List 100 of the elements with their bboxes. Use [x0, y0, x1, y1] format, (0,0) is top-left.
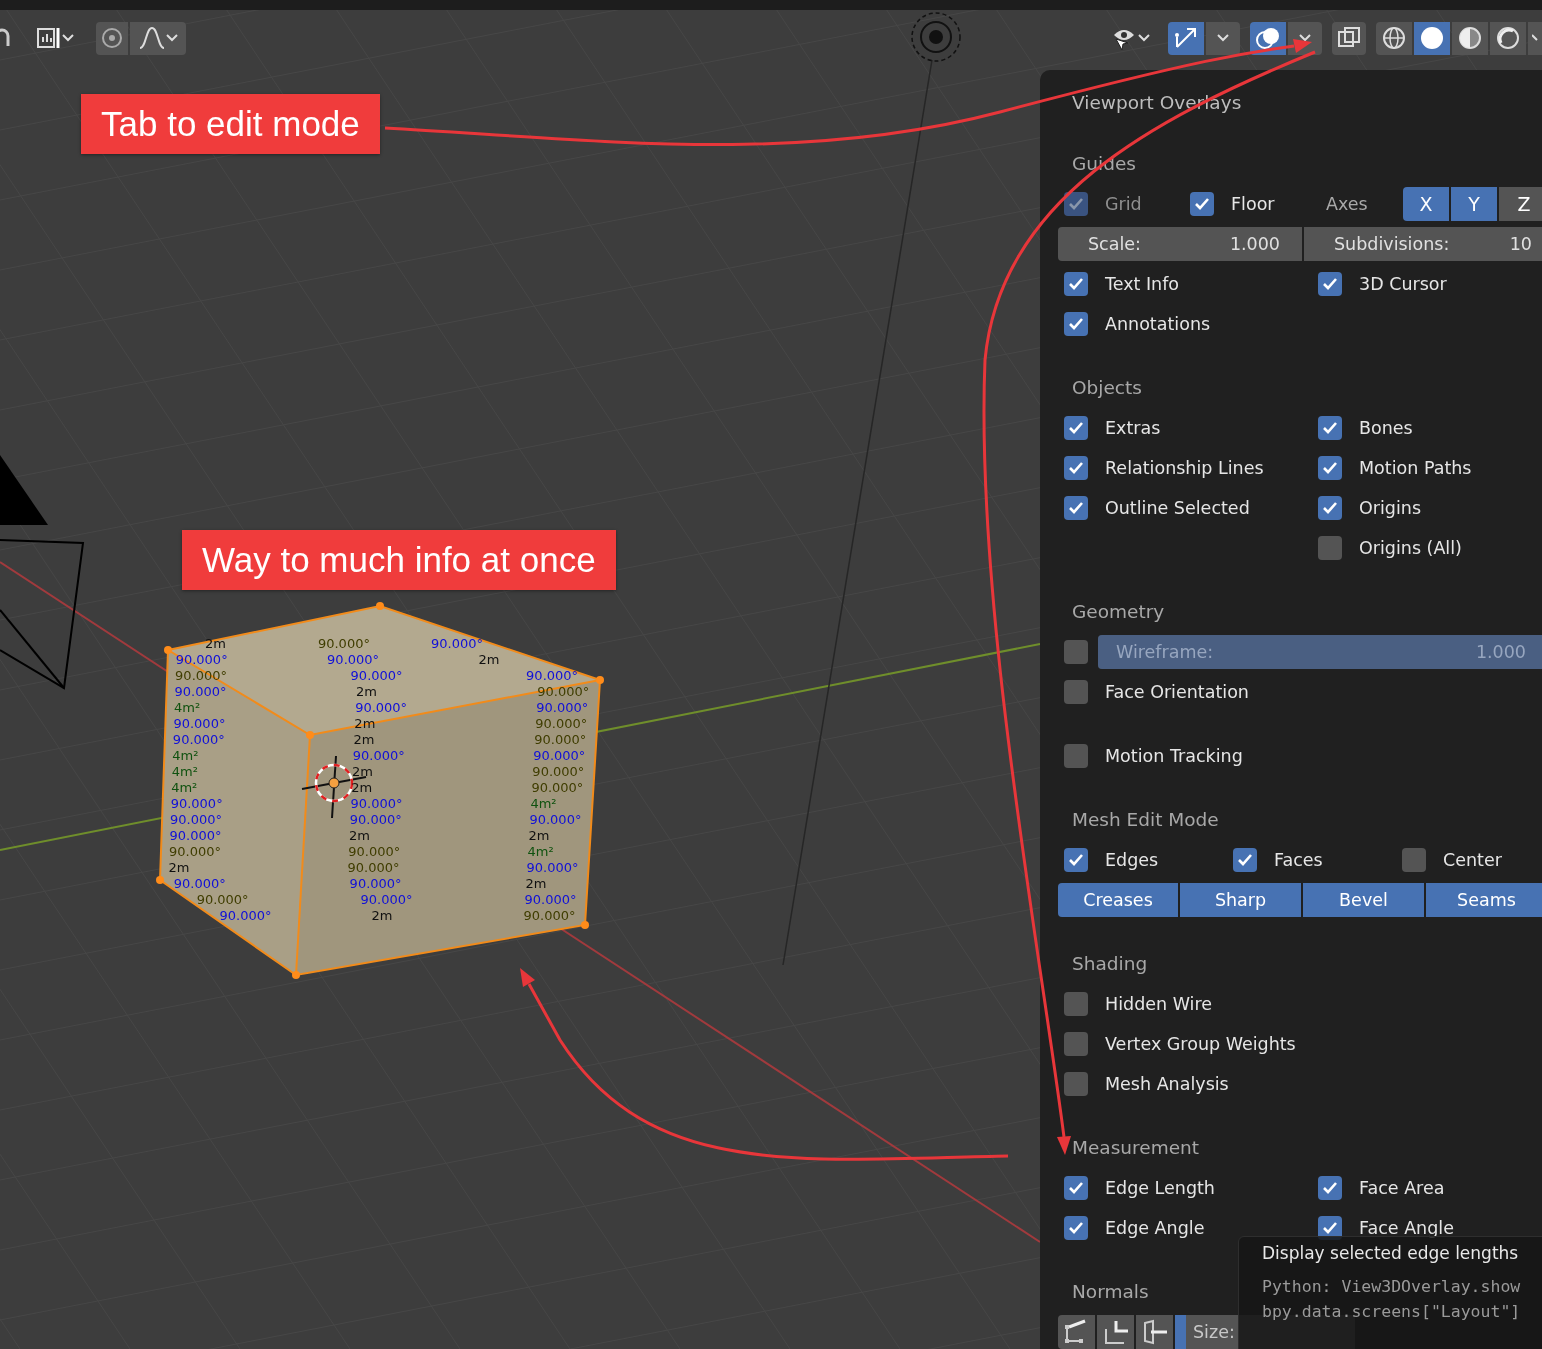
gizmo-toggle[interactable] [1168, 21, 1204, 55]
checkbox[interactable] [1318, 496, 1342, 520]
annotation-callout: Tab to edit mode [81, 94, 380, 154]
checkmark-icon [1068, 1181, 1084, 1195]
measurement-label: 4m² [172, 748, 199, 763]
axis-toggle[interactable]: Z [1499, 187, 1542, 221]
checkbox[interactable] [1064, 1216, 1088, 1240]
snap-target-icon [36, 26, 62, 50]
checkbox-label: Hidden Wire [1105, 994, 1213, 1014]
proportional-edit-toggle[interactable] [96, 21, 128, 55]
shading-dropdown[interactable] [1528, 21, 1542, 55]
measurement-label: 90.000° [526, 860, 579, 875]
measurement-label: 2m [528, 828, 550, 843]
checkbox[interactable] [1064, 456, 1088, 480]
falloff-curve-icon [138, 26, 166, 50]
checkbox[interactable] [1318, 272, 1342, 296]
number-field[interactable]: Subdivisions: 10 [1304, 227, 1542, 261]
checkbox[interactable] [1190, 192, 1214, 216]
measurement-label: 90.000° [196, 892, 249, 907]
shading-mode-button[interactable] [1414, 21, 1450, 55]
checkbox-label: Origins [1359, 498, 1421, 518]
checkmark-icon [1068, 421, 1084, 435]
measurement-label: 2m [351, 780, 373, 795]
checkbox[interactable] [1064, 744, 1088, 768]
chevron-icon [166, 34, 178, 42]
checkbox[interactable] [1064, 312, 1088, 336]
checkbox-label: Origins (All) [1359, 538, 1462, 558]
checkbox-label: Outline Selected [1105, 498, 1250, 518]
checkmark-icon [1068, 1221, 1084, 1235]
checkbox[interactable] [1064, 1072, 1088, 1096]
checkbox[interactable] [1064, 416, 1088, 440]
checkmark-icon [1322, 1181, 1338, 1195]
annotation-callout: Way to much info at once [182, 530, 616, 590]
section-heading: Measurement [1072, 1136, 1199, 1160]
measurement-label: 90.000° [219, 908, 272, 923]
section-heading: Normals [1072, 1280, 1149, 1304]
tooltip-text: Display selected edge lengths [1262, 1243, 1520, 1263]
checkbox[interactable] [1318, 456, 1342, 480]
measurement-label: 90.000° [532, 764, 585, 779]
edge-mark-toggle[interactable]: Sharp [1180, 883, 1301, 917]
measurement-label: 90.000° [536, 700, 589, 715]
shading-mode-button[interactable] [1376, 21, 1412, 55]
measurement-label: 2m [353, 732, 375, 747]
checkbox[interactable] [1064, 680, 1088, 704]
section-heading: Geometry [1072, 600, 1165, 624]
checkmark-icon [1068, 317, 1084, 331]
checkbox[interactable] [1318, 416, 1342, 440]
edge-mark-toggle[interactable]: Seams [1426, 883, 1542, 917]
checkbox[interactable] [1318, 1176, 1342, 1200]
measurement-label: 2m [349, 828, 370, 843]
face-normals-button[interactable] [1136, 1315, 1173, 1349]
checkbox-label: Vertex Group Weights [1105, 1034, 1296, 1054]
checkbox-label: Annotations [1105, 314, 1211, 334]
checkbox-label: Edge Length [1105, 1178, 1215, 1198]
shading-mode-button[interactable] [1490, 21, 1526, 55]
measurement-label: 4m² [530, 796, 557, 811]
gizmo-dropdown[interactable] [1206, 21, 1240, 55]
checkbox[interactable] [1233, 848, 1257, 872]
checkbox[interactable] [1318, 536, 1342, 560]
tooltip-code: bpy.data.screens["Layout"] [1262, 1302, 1522, 1321]
measurement-label: 2m [525, 876, 547, 891]
measurement-label: 2m [352, 764, 373, 779]
axis-toggle[interactable]: Y [1451, 187, 1497, 221]
falloff-dropdown[interactable] [130, 21, 186, 55]
checkbox[interactable] [1402, 848, 1426, 872]
measurement-label: 90.000° [533, 748, 586, 763]
edge-mark-toggle[interactable]: Bevel [1303, 883, 1424, 917]
slider-value: 1.000 [1475, 642, 1526, 662]
measurement-label: 4m² [527, 844, 554, 859]
checkbox[interactable] [1064, 1032, 1088, 1056]
checkbox[interactable] [1064, 848, 1088, 872]
axis-toggle[interactable]: X [1403, 187, 1449, 221]
checkbox[interactable] [1064, 272, 1088, 296]
slider-label: Wireframe: [1116, 642, 1214, 662]
measurement-label: 90.000° [327, 652, 380, 667]
section-heading: Objects [1072, 376, 1142, 400]
measurement-label: 90.000° [350, 668, 403, 683]
measurement-label: 90.000° [534, 732, 587, 747]
checkbox-label: Motion Tracking [1105, 746, 1243, 766]
measurement-label: 90.000° [360, 892, 413, 907]
edge-mark-toggle[interactable]: Creases [1058, 883, 1178, 917]
checkmark-icon [1068, 461, 1084, 475]
measurement-label: 90.000° [535, 716, 588, 731]
overlays-toggle[interactable] [1250, 21, 1286, 55]
checkmark-icon [1322, 421, 1338, 435]
checkbox-label: Edges [1105, 850, 1159, 870]
checkbox[interactable] [1064, 496, 1088, 520]
checkbox[interactable] [1064, 992, 1088, 1016]
shading-mode-button[interactable] [1452, 21, 1488, 55]
number-field[interactable]: Scale: 1.000 [1058, 227, 1302, 261]
globe-icon [1382, 26, 1406, 50]
xray-toggle[interactable] [1332, 21, 1366, 55]
measurement-label: 90.000° [531, 780, 584, 795]
split-normals-button[interactable] [1097, 1315, 1134, 1349]
vertex-normals-button[interactable] [1058, 1315, 1095, 1349]
measurement-label: 2m [371, 908, 393, 923]
measurement-label: 90.000° [348, 844, 401, 859]
checkbox[interactable] [1064, 1176, 1088, 1200]
measurement-label: 90.000° [169, 828, 222, 843]
measurement-label: 4m² [171, 780, 198, 795]
